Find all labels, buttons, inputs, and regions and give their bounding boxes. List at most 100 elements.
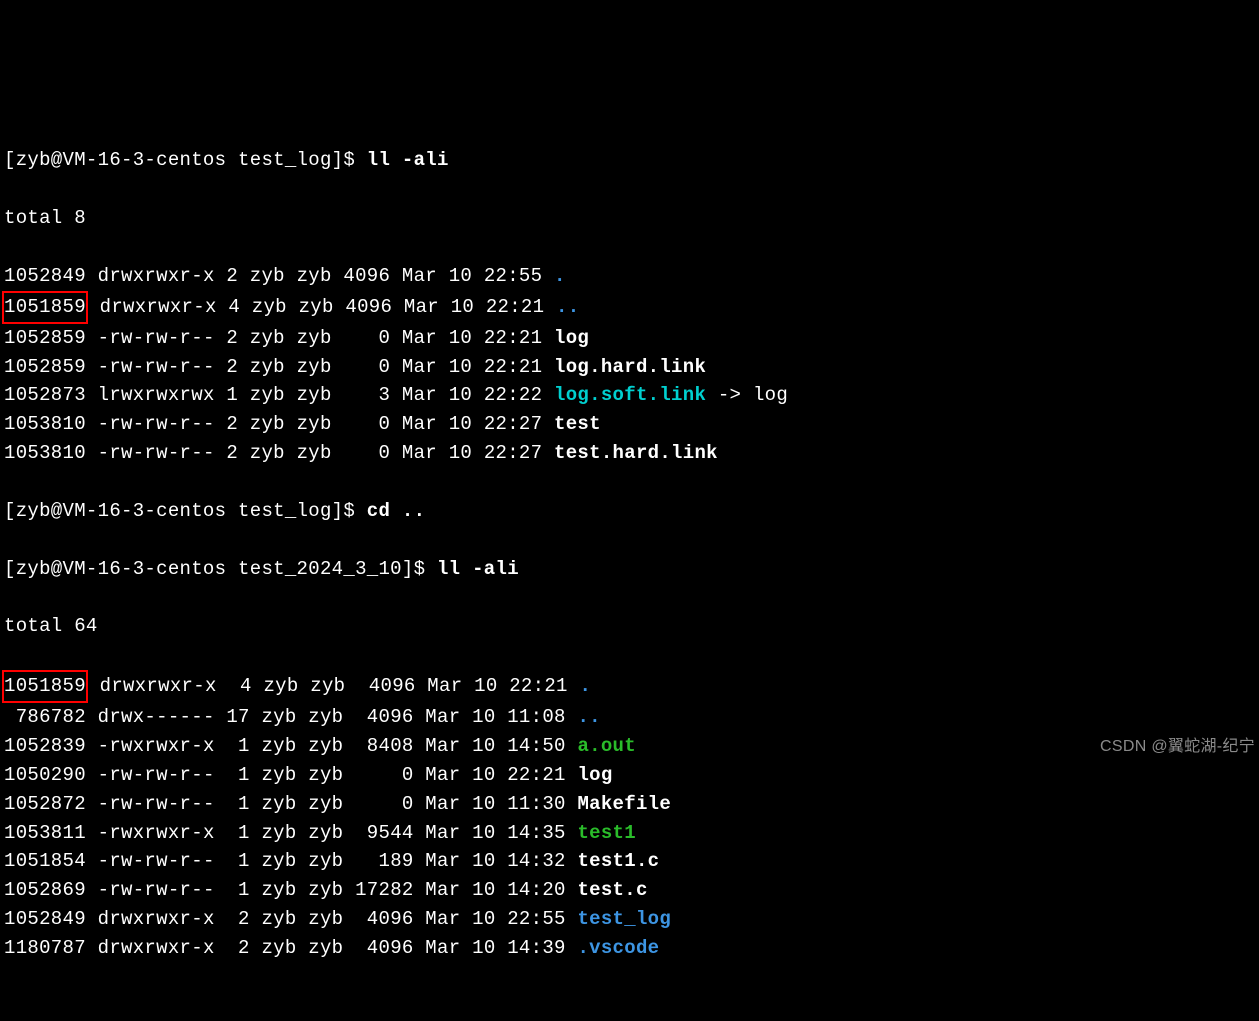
size-col: 0 — [332, 356, 391, 378]
date-col: Mar 10 14:39 — [414, 937, 578, 959]
inode-col: 1052849 — [4, 908, 86, 930]
links-col: 2 — [215, 327, 238, 349]
size-col: 4096 — [355, 706, 414, 728]
size-col: 9544 — [355, 822, 414, 844]
permissions-col: -rw-rw-r-- — [86, 356, 215, 378]
permissions-col: drwxrwxr-x — [86, 265, 215, 287]
size-col: 4096 — [355, 937, 414, 959]
group-col: zyb — [299, 675, 358, 697]
table-row: 786782 drwx------ 17 zyb zyb 4096 Mar 10… — [4, 703, 1259, 732]
permissions-col: -rwxrwxr-x — [86, 735, 226, 757]
permissions-col: -rw-rw-r-- — [86, 327, 215, 349]
filename-col: log.soft.link — [554, 384, 706, 406]
filename-col: Makefile — [577, 793, 671, 815]
links-col: 2 — [226, 908, 249, 930]
table-row: 1051859 drwxrwxr-x 4 zyb zyb 4096 Mar 10… — [4, 670, 1259, 703]
links-col: 1 — [226, 764, 249, 786]
inode-col: 1050290 — [4, 764, 86, 786]
command: cd .. — [367, 500, 426, 522]
links-col: 2 — [215, 442, 238, 464]
inode-col: 1053810 — [4, 442, 86, 464]
current-dir: test_log — [226, 149, 331, 171]
inode-col: 1051854 — [4, 850, 86, 872]
inode-col: 1052873 — [4, 384, 86, 406]
inode-col: 1052849 — [4, 265, 86, 287]
current-dir: test_2024_3_10 — [226, 558, 402, 580]
filename-col: a.out — [577, 735, 636, 757]
links-col: 1 — [226, 822, 249, 844]
inode-col: 1051859 — [2, 670, 88, 703]
command: ll -ali — [367, 149, 449, 171]
permissions-col: drwxrwxr-x — [88, 296, 217, 318]
permissions-col: drwxrwxr-x — [88, 675, 228, 697]
current-dir: test_log — [226, 500, 331, 522]
filename-col: test1 — [577, 822, 636, 844]
command: ll -ali — [437, 558, 519, 580]
links-col: 1 — [226, 793, 249, 815]
filename-col: .. — [556, 296, 579, 318]
prompt-line: [zyb@VM-16-3-centos test_log]$ ll -ali — [4, 146, 1259, 175]
links-col: 4 — [228, 675, 251, 697]
total-line: total 64 — [4, 612, 1259, 641]
date-col: Mar 10 22:55 — [414, 908, 578, 930]
inode-col: 1053810 — [4, 413, 86, 435]
inode-col: 1052869 — [4, 879, 86, 901]
owner-col: zyb — [238, 265, 285, 287]
date-col: Mar 10 14:20 — [414, 879, 578, 901]
permissions-col: -rwxrwxr-x — [86, 822, 226, 844]
size-col: 17282 — [355, 879, 414, 901]
group-col: zyb — [297, 937, 356, 959]
table-row: 1052849 drwxrwxr-x 2 zyb zyb 4096 Mar 10… — [4, 905, 1259, 934]
inode-col: 1180787 — [4, 937, 86, 959]
group-col: zyb — [297, 850, 356, 872]
table-row: 1052859 -rw-rw-r-- 2 zyb zyb 0 Mar 10 22… — [4, 353, 1259, 382]
group-col: zyb — [297, 879, 356, 901]
group-col: zyb — [285, 265, 332, 287]
links-col: 2 — [215, 413, 238, 435]
owner-col: zyb — [250, 735, 297, 757]
table-row: 1053811 -rwxrwxr-x 1 zyb zyb 9544 Mar 10… — [4, 819, 1259, 848]
table-row: 1052872 -rw-rw-r-- 1 zyb zyb 0 Mar 10 11… — [4, 790, 1259, 819]
links-col: 1 — [226, 735, 249, 757]
owner-col: zyb — [250, 879, 297, 901]
date-col: Mar 10 22:21 — [390, 327, 554, 349]
owner-col: zyb — [238, 356, 285, 378]
inode-col: 1052859 — [4, 327, 86, 349]
inode-col: 1052872 — [4, 793, 86, 815]
table-row: 1052859 -rw-rw-r-- 2 zyb zyb 0 Mar 10 22… — [4, 324, 1259, 353]
permissions-col: drwxrwxr-x — [86, 908, 226, 930]
table-row: 1052869 -rw-rw-r-- 1 zyb zyb 17282 Mar 1… — [4, 876, 1259, 905]
links-col: 2 — [215, 265, 238, 287]
filename-col: log.hard.link — [554, 356, 706, 378]
owner-col: zyb — [238, 384, 285, 406]
group-col: zyb — [285, 384, 332, 406]
date-col: Mar 10 11:30 — [414, 793, 578, 815]
watermark: CSDN @翼蛇湖-纪宁 — [1100, 735, 1255, 759]
owner-col: zyb — [238, 327, 285, 349]
filename-col: . — [579, 675, 591, 697]
filename-col: .vscode — [577, 937, 659, 959]
date-col: Mar 10 22:21 — [390, 356, 554, 378]
total-line: total 8 — [4, 204, 1259, 233]
inode-col: 786782 — [4, 706, 86, 728]
size-col: 0 — [355, 793, 414, 815]
inode-col: 1052859 — [4, 356, 86, 378]
links-col: 17 — [226, 706, 249, 728]
size-col: 4096 — [332, 265, 391, 287]
owner-col: zyb — [240, 296, 287, 318]
table-row: 1053810 -rw-rw-r-- 2 zyb zyb 0 Mar 10 22… — [4, 439, 1259, 468]
filename-col: test.hard.link — [554, 442, 718, 464]
owner-col: zyb — [250, 764, 297, 786]
terminal-output: [zyb@VM-16-3-centos test_log]$ ll -ali t… — [4, 118, 1259, 763]
user-host: zyb@VM-16-3-centos — [16, 500, 227, 522]
table-row: 1052839 -rwxrwxr-x 1 zyb zyb 8408 Mar 10… — [4, 732, 1259, 761]
permissions-col: drwx------ — [86, 706, 226, 728]
inode-col: 1051859 — [2, 291, 88, 324]
date-col: Mar 10 22:55 — [390, 265, 554, 287]
size-col: 0 — [355, 764, 414, 786]
table-row: 1052873 lrwxrwxrwx 1 zyb zyb 3 Mar 10 22… — [4, 381, 1259, 410]
links-col: 2 — [215, 356, 238, 378]
prompt-line: [zyb@VM-16-3-centos test_2024_3_10]$ ll … — [4, 555, 1259, 584]
table-row: 1051859 drwxrwxr-x 4 zyb zyb 4096 Mar 10… — [4, 291, 1259, 324]
group-col: zyb — [285, 413, 332, 435]
